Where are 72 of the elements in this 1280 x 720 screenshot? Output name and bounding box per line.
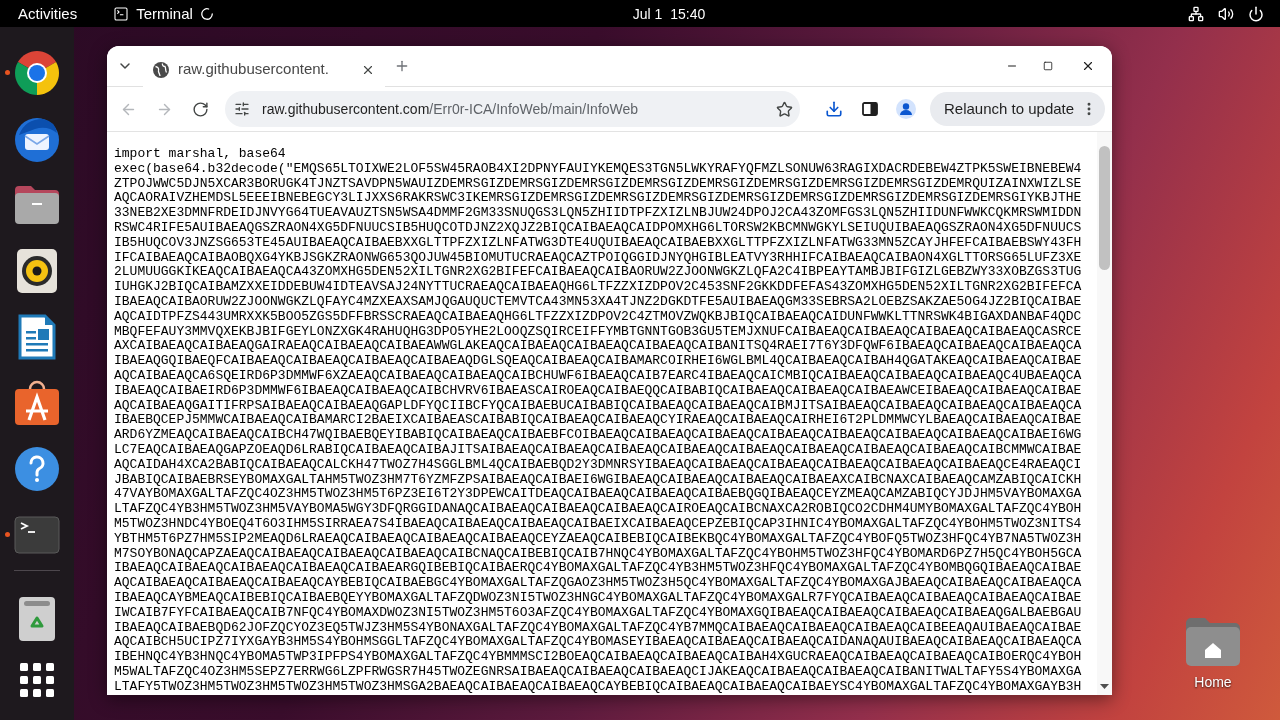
code-line: IFCAIBAEAQCAIBAOBQXG4YKBJSGKZRAONWG653QOJUW45BIOMUTUCRAEAQCAZTPOIQGGIDJNYQHGIBLEATVY3RHHIFCAIBAEAQCAIBAON4XGLTTORSG65LUFZ3XE	[114, 250, 1082, 266]
scrollbar-thumb[interactable]	[1099, 146, 1110, 270]
code-line: M5TWOZ3HNDC4YBOEQ4T6O3IHM5SIRRAEA7S4IBAEAQCAIBAEAQCAIBAEAQCAIBAEIXCAIBAEAQCEPZEBIQCAP3IHNIC4YBOMAXGALTAFZQC4YBOHM5TWOZ3NITS4	[114, 516, 1082, 532]
trash-icon[interactable]	[18, 596, 56, 642]
globe-icon	[153, 61, 169, 78]
code-line: IBAEAQCAIBAORUW2ZJOONWGKZLQFAYC4MZXEAXSAMJQGAUQUCTEMVTCA43MN53XA4TJNZ2DGKDTFE5AUIBAEAQGM33SEBRSA2LOEBZSAKZAE5OG4JZ2BIQCAIBAE	[114, 294, 1082, 310]
code-line: 33NEB2XE3DMNFRDEIDJNVYG64TUEAVAUZTSN5WSA4DMMF2GM33SNUQGS3LQN5ZHIIDTPFZXIZLNBJUW24DPOJ2CA43ZOMFGS3LQN5ZHIIDUNFWWKCQKMRSWMIDDN	[114, 206, 1082, 221]
code-line: AXCAIBAEAQCAIBAEAQGAIRAEAQCAIBAEAQCAIBAEAWWGLAKEAQCAIBAEAQCAIBAEAQCAIBAEAQCAIBANITSQ4RAEI7T6Y3DFQWF6IBAEAQCAIBAEAQCAIBAEAQCA	[114, 339, 1082, 355]
code-line: AQCAIBAEAQGAITIFRPSAIBAEAQCAIBAEAQGAPLDFYQCIIBCFYQCAIBAEBUCAIBABIQCAIBAEAQCAIBAEAQCAIBMJITSAIBAEAQCAIBAEAQCAIBAEAQCAIBAEAQCA	[114, 398, 1082, 414]
bookmark-star-icon[interactable]	[776, 100, 793, 118]
profile-avatar-icon	[896, 99, 916, 119]
code-line: LTAFZQC4YB3HM5TWOZ3HM5VAYBOMA5WGY3DFQRGGIDANAQCAIBAEAQCAIBAEAQCAIBAEAQCAIROEAQCAIBCNAXCA2ROBIQCO2CDHM4UMYBOMAXGALTAFZQC4YBOH	[114, 502, 1082, 517]
app-grid-icon[interactable]	[20, 663, 54, 697]
terminal-icon	[113, 5, 130, 22]
tab-title: raw.githubusercontent.	[178, 59, 330, 80]
code-line: import marshal, base64	[114, 147, 286, 162]
plus-icon	[394, 58, 410, 74]
code-line: AQCAIBAEAQCA6SQEIRD6P3DMMWF6XZAEAQCAIBAEAQCAIBAEAQCAIBCHUWF6IBAEAQCAIB7EARC4IBAEAQCAICMBIQCAIBAEAQCAIBAEAQCAIBAEAQC4UBAEAQCA	[114, 368, 1082, 384]
code-line: IBAEAQCAIBAEIRD6P3DMMWF6IBAEAQCAIBAEAQCAIBCHVRV6IBAEASCAIROEAQCAIBAEQQCAIBABIQCAIBAEAQCAIBAEAQCAIBAEAWCEIBAEAQCAIBAEAQCAIBAE	[114, 383, 1082, 399]
relaunch-button[interactable]: Relaunch to update	[930, 92, 1105, 126]
code-line: MBQFEFAUY3MMVQXEKBJBIFGEYLONZXGK4RAHUQHG3DPO5YHE2LOOQZSQIRCEIFFYMBTGNNTGOB3GU5TEMJXNUFCAIBAEAQCAIBAEAQCAIBAEAQCAIBAEAQCASRCE	[114, 324, 1082, 340]
maximize-icon	[1043, 61, 1053, 71]
code-line: YBTHM5T6PZ7HM5SIP2MEAQD6LRAEAQCAIBAEAQCAIBAEAQCAIBAEAQCEYZAEAQCAIBEBIQCAIBEKBQC4YBOMAXGALTAFZQC4YBOFQ5TWOZ3HFQC4YB7NA5TWOZ3H	[114, 531, 1082, 547]
download-icon	[825, 100, 843, 118]
activities-button[interactable]: Activities	[18, 6, 78, 21]
code-line: 47VAYBOMAXGALTAFZQC4OZ3HM5TWOZ3HM5T6PZ3EI6T2Y3DPEWCAITDEAQCAIBAEAQCAIBAEAQCAIBAEBQGQIBAEAQCEYZMEAQCAMZABIQCYJDJHM5VAYBOMAXGA	[114, 487, 1082, 503]
reload-arrow-icon	[191, 100, 209, 118]
code-line: IB5HUQCOV3JNZSG653TE45AUIBAEAQCAIBAEBXXGLTTPFZXIZLNFATWG3DTE4UQUIBAEAQCAIBAEBXXGLTTPFZXIZLNFATWG33MN5ZCAYJHFEFCAIBAEBSWY43FH	[114, 235, 1082, 251]
terminal-icon[interactable]	[14, 516, 60, 554]
volume-icon[interactable]	[1218, 5, 1234, 22]
code-line: M5WALTAFZQC4OZ3HM5SEPZ7ERRWG6LZPFRWGSR7H45TWOZEGNRSAIBAEAQCAIBAEAQCAIBAEAQCIJAKEAQCAIBAEAQCAIBAEAQCAIBANITWALTAFY5S4YBOMAXGA	[114, 664, 1082, 680]
code-line: AQCAIBAEAQCAIBAEAQCAIBAEAQCAYBEBIQCAIBAEBGC4YBOMAXGALTAFZQGAOZ3HM5TWOZ3H5QC4YBOMAXGALTAFZQC4YBOMAXGAJBAEAQCAIBAEAQCAIBAEAQCA	[114, 576, 1082, 591]
code-line: exec(base64.b32decode("EMQS65LTOIXWE2LOF5SW45RAOB4XI2DPNYFAUIYKEMQES3TGN5LWKYRAFYQFMZLSONUW63RAGIXDACRDEBEW4ZTPK5SWEIBNEBEW4	[114, 161, 1082, 177]
code-line: IBAEAQCAIBAEAQCAIBAEAQCAIBAEAQCAIBAEARGQIBEBIQCAIBAERQC4YBOMAXGALTAFZQC4YB3HM5TWOZ3HFQC4YBOMAXGALTAFZQC4YBOMBQGQIBAEAQCAIBAE	[114, 561, 1082, 577]
code-line: IWCAIB7FYFCAIBAEAQCAIB7NFQC4YBOMAXDWOZ3NI5TWOZ3HM5T6O3AFZQC4YBOMAXGALTAFZQC4YBOMAXGQIBAEAQCAIBAEAQCAIBAEAQCAIBAEAQGALBAEBGAU	[114, 605, 1082, 621]
code-line: LTAFY5TWOZ3HM5TWOZ3HM5TWOZ3HM5TWOZ3HMSGA2BAEAQCAIBAEAQCAIBAEAQCAYBEBIQCAIBAEAQCAIBAEAQCAIBAEYSC4YBOMAXGALTAFZQC4YBOMAXGAYB3H	[114, 679, 1082, 695]
code-line: AQCAIDAH4XCA2BABIQCAIBAEAQCALCKH47TWOZ7H4SGGLBML4QCAIBAEBQD2Y3DMNRSYIBAEAQCAIBAEAQCAIBAEAQCAIBAEAQCAIBAEAQCAIBAEAQCE4RAEAQCI	[114, 457, 1082, 473]
address-bar[interactable]: raw.githubusercontent.com/Err0r-ICA/InfoWeb/main/InfoWeb	[225, 91, 800, 127]
desktop-icon-label[interactable]: Home	[1194, 675, 1232, 689]
close-icon	[1081, 59, 1095, 73]
folder-icon[interactable]	[14, 185, 60, 225]
help-icon[interactable]	[14, 446, 60, 492]
code-line: JBABIQCAIBAEBRSEYBOMAXGALTAHM5TWOZ3HM7T6YZMFZPSAIBAEAQCAIBAEI6WGIBAEAQCAIBAEAQCAIBAEAQCAIBAEAXCAIBCNAXCAIBAEAQCAMZABIQCAICKH	[114, 472, 1082, 488]
network-icon[interactable]	[1188, 5, 1204, 22]
code-line: AQCAIBCH5UCIPZ7IYXGAYB3HM5S4YBOHMSGGLTAFZQC4YBOMAXGALTAFZQC4YBOMASEYIBAEAQCAIBAEAQCAIBAEAQCAIDANAQAUIBAEAQCAIBAEAQCAIBAEAQCA	[114, 635, 1082, 651]
url-text: raw.githubusercontent.com/Err0r-ICA/InfoWeb/main/InfoWeb	[262, 99, 640, 119]
site-info-icon[interactable]	[234, 101, 250, 117]
code-line: IBAEBQCEPJ5MMWCAIBAEAQCAIBAMARCI2BAEIXCAIBAEASCAIBABIQCAIBAEAQCAIBAEAQCYIRAEAQCAIBAEAQCAIRHEI6T2PLDMMWCYLBAEAQCAIBAEAQCAIBAE	[114, 413, 1082, 429]
code-line: M7SOYBONAQCAPZAEAQCAIBAEAQCAIBAEAQCAIBAEAQCAIBCNAQCAIBEBIQCAIB7HNQC4YBOMAXGALTAFZQC4YBOHM5TWOZ3HFQC4YBOMARD6PZ7H5QC4YBOH5GCA	[114, 546, 1082, 562]
scroll-down-arrow-icon[interactable]	[1100, 684, 1109, 689]
code-line: IBAEAQCAIBAEBQD62JOFZQCYOZ3EQ5TWJZ3HM5S4YBONAXGALTAFZQC4YBOMAXGALTAFZQC4YB7MMQCAIBAEAQCAIBAEAQCAIBAEAQCAIBEEAQAUIBAEAQCAIBAE	[114, 620, 1082, 636]
code-line: 2LUMUUGGKIKEAQCAIBAEAQCA43ZOMXHG5DEN52XILTGNR2XG2BIFEFCAIBAEAQCAIBAORUW2ZJOONWGKZLQFA2C4IBPEAYTAMBJBIFGIZLGEBZWY33XOBZGS3TUG	[114, 265, 1082, 281]
home-folder-icon[interactable]	[1185, 617, 1241, 667]
code-line: RSWC4RIFE5AUIBAEAQGSZRAON4XG5DFNUUCSIB5HUQCOTDJNZ2XQJZ2BIQCAIBAEAQCAIDPOMXHG6LTORSW2KBCMNWGKYLSEIUQUIBAEAQGSZRAON4XG5DFNUUCS	[114, 221, 1082, 236]
code-line: AQCAIDTPFZS443UMRXXK5BOO5ZGS5DFFBRSSCRAEAQCAIBAEAQHG6LTFZZXIZDPOV2C4ZTMOVZWQKBJBIQCAIBAEAQCAIDUNFWWKLTTNRSWK4BIGAXDANBAF4QDC	[114, 309, 1082, 325]
clock[interactable]: Jul 1 15:40	[632, 6, 706, 21]
code-line: IBAEAQGQIBAEQFCAIBAEAQCAIBAEAQCAIBAEAQCAIBAEAQDGLSQEAQCAIBAEAQCAIBAMARCOIRHEI6WGLBML4QCAIBAEAQCAIBAH4QGATAKEAQCAIBAEAQCAIBAE	[114, 354, 1082, 369]
code-line: IBEHNQC4YB3HNQC4YBOMA5TWP3IPFPS4YBOMAXGALTAFZQC4YBMMMSCI2BOEAQCAIBAEAQCAIBAEAQCAIBAH4XGUCRAEAQCAIBAEAQCAIBAEAQCAIBOERQC4YBOH	[114, 650, 1082, 665]
code-line: ARD6YZMEAQCAIBAEAQCAIBCH47WQIBAEBQEYIBABIQCAIBAEAQCAIBAEBFCOIBAEAQCAIBAEAQCAIBAEAQCAIBAEAQCAIBAEAQCAIBAEAQCAIBAEAQCAIBAEI6WG	[114, 428, 1082, 443]
side-panel-icon	[862, 102, 878, 116]
browser-icon[interactable]	[13, 49, 61, 97]
shopping-bag-icon[interactable]	[14, 380, 60, 426]
code-line: AQCAORAIVZHEMDSL5EEEIBNEBEGCY3LIJXXS6RAKRSWC3IKEMRSGIZDEMRSGIZDEMRSGIZDEMRSGIZDEMRSGIZDEMRSGIZDEMRSGIZDEMRSGIZDEMRSGIYKBJTHE	[114, 191, 1082, 207]
speaker-icon[interactable]	[17, 249, 57, 293]
app-menu[interactable]: Terminal	[113, 5, 214, 22]
code-line: IUHGKJ2BIQCAIBAMZXXEIDDEBUW4IDTEAVSAJ24NYTTUCRAEAQCAIBAEAQHG6LTFZZXIZDPOV2C453SNF2GKKDDFEFAS43ZOMXHG5DEN52XILTGNR2XG2BIFEFCA	[114, 280, 1082, 295]
document-icon[interactable]	[18, 314, 56, 360]
code-line: LC7EAQCAIBAEAQGAPZOEAQD6LRABIQCAIBAEAQCAIBAJITSAIBAEAQCAIBAEAQCAIBAEAQCAIBAEAQCAIBAEAQCAIBAEAQCAIBAEAQCAIBAEAQCAIBCMMWCAIBAE	[114, 442, 1082, 458]
code-line: IBAEAQCAYBMEAQCAIBEBIQCAIBAEBQEYYBOMAXGALTAFZQDWOZ3NI5TWOZ3HNGC4YBOMAXGALTAFZQC4YBOMAXGALR7FYQCAIBAEAQCAIBAEAQCAIBAEAQCAIBAE	[114, 590, 1082, 606]
mail-icon[interactable]	[13, 115, 61, 163]
code-line: ZTPOJWWC5DJN5XCAR3BORUGK4TJNZTSAVDPN5WAUIZDEMRSGIZDEMRSGIZDEMRSGIZDEMRSGIZDEMRSGIZDEMRSGIZDEMRSGIZDEMRSGIZDEMRQUIZAINXWIZLSE	[114, 176, 1082, 192]
power-icon[interactable]	[1248, 5, 1264, 22]
